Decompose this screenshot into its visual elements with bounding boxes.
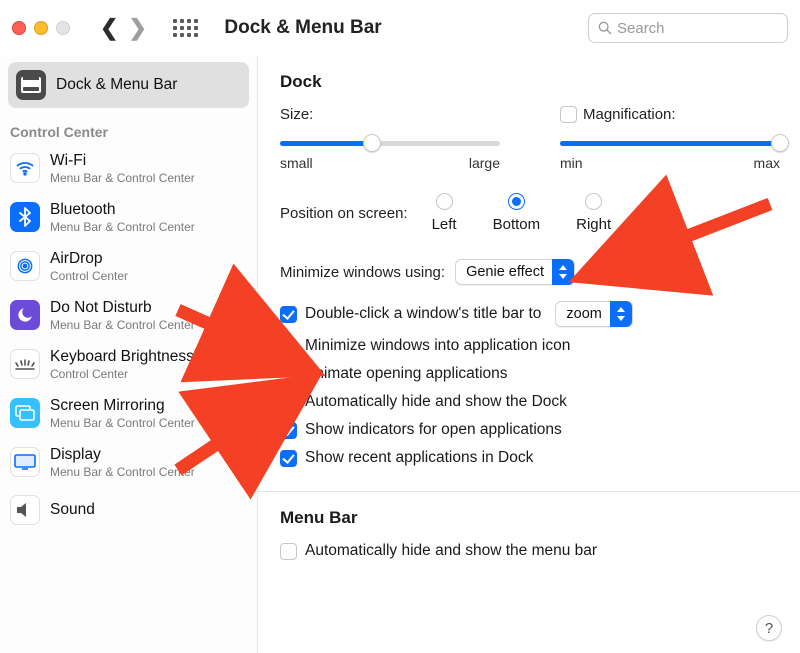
sidebar-section-control-center: Control Center: [0, 118, 257, 144]
close-button[interactable]: [12, 21, 26, 35]
sound-icon: [15, 502, 35, 518]
sidebar-item-sound[interactable]: Sound: [0, 487, 257, 533]
sidebar-item-label: Bluetooth: [50, 201, 195, 220]
sidebar-item-airdrop[interactable]: AirDrop Control Center: [0, 242, 257, 291]
animate-opening-label: Animate opening applications: [305, 365, 508, 383]
wifi-icon: [15, 158, 35, 178]
sidebar-item-sub: Menu Bar & Control Center: [50, 318, 195, 332]
animate-opening-checkbox[interactable]: [280, 366, 297, 383]
sidebar-item-sub: Menu Bar & Control Center: [50, 171, 195, 185]
position-option-left[interactable]: Left: [432, 193, 457, 233]
toolbar: ❮ ❯ Dock & Menu Bar Search: [0, 0, 800, 56]
show-indicators-checkbox[interactable]: [280, 422, 297, 439]
select-arrows-icon: [610, 301, 632, 327]
auto-hide-menubar-checkbox[interactable]: [280, 543, 297, 560]
sidebar-item-dnd[interactable]: Do Not Disturb Menu Bar & Control Center: [0, 291, 257, 340]
sidebar-item-label: Keyboard Brightness: [50, 348, 194, 367]
position-label: Position on screen:: [280, 205, 408, 222]
nav-buttons: ❮ ❯: [100, 17, 147, 39]
bluetooth-icon: [18, 207, 32, 227]
position-option-label: Bottom: [493, 216, 541, 233]
size-label: Size:: [280, 106, 500, 123]
sidebar-item-label: Do Not Disturb: [50, 299, 195, 318]
sidebar-item-label: Screen Mirroring: [50, 397, 195, 416]
mag-min-label: min: [560, 155, 583, 171]
keyboard-brightness-icon: [14, 357, 36, 371]
mag-max-label: max: [754, 155, 780, 171]
size-slider[interactable]: [280, 133, 500, 153]
minimize-using-value: Genie effect: [466, 264, 544, 280]
magnification-slider[interactable]: [560, 133, 780, 153]
position-option-right[interactable]: Right: [576, 193, 611, 233]
double-click-action-select[interactable]: zoom: [555, 301, 632, 327]
sidebar-item-label: Dock & Menu Bar: [56, 76, 177, 95]
minimize-button[interactable]: [34, 21, 48, 35]
position-option-bottom[interactable]: Bottom: [493, 193, 541, 233]
display-icon: [14, 454, 36, 470]
show-recent-apps-label: Show recent applications in Dock: [305, 449, 533, 467]
section-divider: [258, 491, 800, 492]
minimize-into-icon-checkbox[interactable]: [280, 338, 297, 355]
show-recent-apps-checkbox[interactable]: [280, 450, 297, 467]
search-icon: [597, 20, 613, 36]
window-controls: [12, 21, 70, 35]
airdrop-icon: [15, 256, 35, 276]
auto-hide-menubar-label: Automatically hide and show the menu bar: [305, 542, 597, 560]
auto-hide-dock-label: Automatically hide and show the Dock: [305, 393, 567, 411]
help-button[interactable]: ?: [756, 615, 782, 641]
sidebar-item-label: AirDrop: [50, 250, 128, 269]
sidebar-item-keyboard-brightness[interactable]: Keyboard Brightness Control Center: [0, 340, 257, 389]
window-title: Dock & Menu Bar: [224, 17, 381, 39]
section-title-menubar: Menu Bar: [280, 508, 780, 528]
sidebar: Dock & Menu Bar Control Center Wi-Fi Men…: [0, 56, 258, 653]
sidebar-item-label: Display: [50, 446, 195, 465]
section-title-dock: Dock: [280, 72, 780, 92]
back-button[interactable]: ❮: [100, 17, 118, 39]
all-prefs-icon[interactable]: [173, 19, 199, 38]
screen-mirroring-icon: [15, 405, 35, 421]
magnification-label: Magnification:: [583, 106, 676, 123]
double-click-checkbox[interactable]: [280, 306, 297, 323]
select-arrows-icon: [552, 259, 574, 285]
position-option-label: Right: [576, 216, 611, 233]
content-pane: Dock Size: small large Magnification:: [258, 56, 800, 653]
search-placeholder: Search: [617, 20, 665, 37]
zoom-button[interactable]: [56, 21, 70, 35]
minimize-using-label: Minimize windows using:: [280, 264, 445, 281]
dock-icon: [21, 77, 41, 93]
size-max-label: large: [469, 155, 500, 171]
double-click-action-value: zoom: [566, 306, 601, 322]
show-indicators-label: Show indicators for open applications: [305, 421, 562, 439]
magnification-checkbox[interactable]: [560, 106, 577, 123]
double-click-label: Double-click a window's title bar to: [305, 305, 541, 323]
moon-icon: [16, 306, 34, 324]
sidebar-item-sub: Menu Bar & Control Center: [50, 220, 195, 234]
sidebar-item-sub: Menu Bar & Control Center: [50, 465, 195, 479]
sidebar-item-display[interactable]: Display Menu Bar & Control Center: [0, 438, 257, 487]
sidebar-item-bluetooth[interactable]: Bluetooth Menu Bar & Control Center: [0, 193, 257, 242]
size-min-label: small: [280, 155, 313, 171]
minimize-using-select[interactable]: Genie effect: [455, 259, 575, 285]
sidebar-item-dock-menubar[interactable]: Dock & Menu Bar: [8, 62, 249, 108]
sidebar-item-label: Wi-Fi: [50, 152, 195, 171]
auto-hide-dock-checkbox[interactable]: [280, 394, 297, 411]
sidebar-item-wifi[interactable]: Wi-Fi Menu Bar & Control Center: [0, 144, 257, 193]
sidebar-item-sub: Menu Bar & Control Center: [50, 416, 195, 430]
sidebar-item-label: Sound: [50, 501, 95, 520]
minimize-into-icon-label: Minimize windows into application icon: [305, 337, 570, 355]
search-input[interactable]: Search: [588, 13, 788, 43]
sidebar-item-sub: Control Center: [50, 367, 194, 381]
sidebar-item-sub: Control Center: [50, 269, 128, 283]
sidebar-item-screen-mirroring[interactable]: Screen Mirroring Menu Bar & Control Cent…: [0, 389, 257, 438]
position-option-label: Left: [432, 216, 457, 233]
forward-button[interactable]: ❯: [128, 17, 146, 39]
